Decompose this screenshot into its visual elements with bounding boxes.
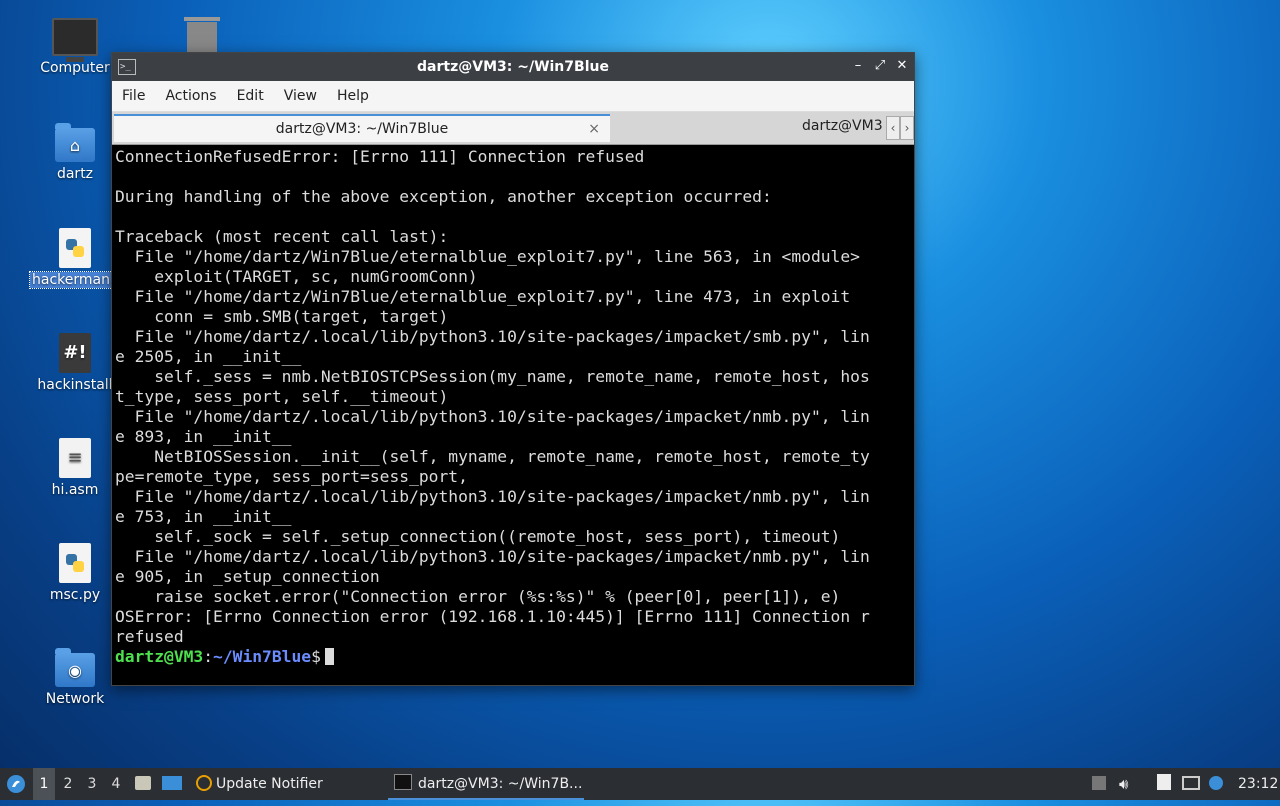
desktop-icon-msc[interactable]: msc.py — [25, 543, 125, 603]
desktop-icon-hi-asm[interactable]: ≡ hi.asm — [25, 438, 125, 498]
window-title: dartz@VM3: ~/Win7Blue — [417, 59, 609, 75]
terminal-icon — [394, 774, 412, 790]
network-icon[interactable] — [1182, 768, 1206, 800]
menu-edit[interactable]: Edit — [227, 88, 274, 104]
tab-active[interactable]: dartz@VM3: ~/Win7Blue × — [114, 114, 610, 142]
start-menu-icon — [7, 775, 25, 793]
tab-scroll-right-icon[interactable]: › — [900, 116, 914, 140]
desktop-icon-network[interactable]: ◉ Network — [25, 648, 125, 707]
network-folder-icon: ◉ — [55, 648, 95, 687]
file-manager-icon[interactable] — [162, 768, 188, 800]
terminal-output: ConnectionRefusedError: [Errno 111] Conn… — [115, 147, 870, 646]
taskbar-item-label: dartz@VM3: ~/Win7B... — [418, 776, 583, 792]
computer-icon — [52, 18, 98, 62]
taskbar-terminal[interactable]: dartz@VM3: ~/Win7B... — [388, 768, 584, 800]
text-cursor — [324, 648, 334, 665]
python-file-icon — [59, 543, 91, 583]
text-file-icon: ≡ — [59, 438, 91, 478]
desktop-icon-hackerman[interactable]: hackerman.py — [25, 228, 125, 292]
desktop-icon-label: Network — [45, 691, 105, 707]
notification-icon[interactable] — [1209, 768, 1229, 800]
volume-icon[interactable]: 🔊︎ — [1119, 768, 1128, 800]
desktop-icon-computer[interactable]: Computer — [25, 18, 125, 76]
tab-bar: dartz@VM3: ~/Win7Blue × dartz@VM3 ‹ › — [112, 112, 914, 145]
workspace-3[interactable]: 3 — [81, 768, 103, 800]
tab-label: dartz@VM3: ~/Win7Blue — [275, 121, 449, 137]
taskbar-update-notifier[interactable]: Update Notifier — [190, 768, 323, 800]
menu-actions[interactable]: Actions — [155, 88, 226, 104]
prompt-separator: : — [203, 647, 214, 666]
prompt-user: dartz@VM3 — [115, 647, 204, 666]
menu-view[interactable]: View — [274, 88, 327, 104]
home-folder-icon: ⌂ — [55, 123, 95, 162]
terminal-prompt[interactable]: dartz@VM3:~/Win7Blue$ — [114, 647, 912, 667]
desktop-icon-label: hackerman.py — [29, 271, 121, 289]
start-menu-button[interactable] — [6, 768, 28, 800]
desktop-icon-label: hi.asm — [51, 482, 99, 498]
menu-help[interactable]: Help — [327, 88, 379, 104]
clock[interactable]: 23:12 — [1238, 768, 1278, 800]
show-desktop-icon[interactable] — [135, 768, 157, 800]
prompt-symbol: $ — [311, 647, 321, 666]
desktop-icon-label: Computer — [40, 60, 110, 76]
desktop-icon-hackinstall[interactable]: #! hackinstall — [25, 333, 125, 393]
menu-file[interactable]: File — [112, 88, 155, 104]
tab-inactive[interactable]: dartz@VM3 — [802, 118, 883, 134]
tab-scroll-left-icon[interactable]: ‹ — [886, 116, 900, 140]
desktop-icon-label: hackinstall — [37, 377, 113, 393]
terminal-window: >_ dartz@VM3: ~/Win7Blue – ⤢ ✕ File Acti… — [111, 52, 915, 686]
workspace-1[interactable]: 1 — [33, 768, 55, 800]
taskbar-item-label: Update Notifier — [216, 776, 323, 792]
tab-close-icon[interactable]: × — [588, 116, 600, 142]
tray-up-arrow-icon[interactable] — [1092, 768, 1112, 800]
trash-icon — [184, 17, 220, 56]
script-file-icon: #! — [59, 333, 91, 373]
workspace-2[interactable]: 2 — [57, 768, 79, 800]
desktop-icon-label: dartz — [56, 166, 94, 182]
clipboard-icon[interactable] — [1157, 768, 1177, 800]
maximize-button[interactable]: ⤢ — [874, 58, 886, 73]
update-notifier-icon — [196, 775, 212, 791]
prompt-path: ~/Win7Blue — [213, 647, 312, 666]
minimize-button[interactable]: – — [852, 58, 864, 73]
python-file-icon — [59, 228, 91, 268]
close-button[interactable]: ✕ — [896, 58, 908, 73]
window-titlebar[interactable]: >_ dartz@VM3: ~/Win7Blue – ⤢ ✕ — [112, 53, 914, 81]
desktop-icon-dartz[interactable]: ⌂ dartz — [25, 123, 125, 182]
taskbar: 1 2 3 4 Update Notifier dartz@VM3: ~/Win… — [0, 768, 1280, 800]
menu-bar: File Actions Edit View Help — [112, 81, 914, 112]
terminal-output-area[interactable]: ConnectionRefusedError: [Errno 111] Conn… — [114, 145, 912, 681]
workspace-4[interactable]: 4 — [105, 768, 127, 800]
desktop-icon-label: msc.py — [49, 587, 101, 603]
